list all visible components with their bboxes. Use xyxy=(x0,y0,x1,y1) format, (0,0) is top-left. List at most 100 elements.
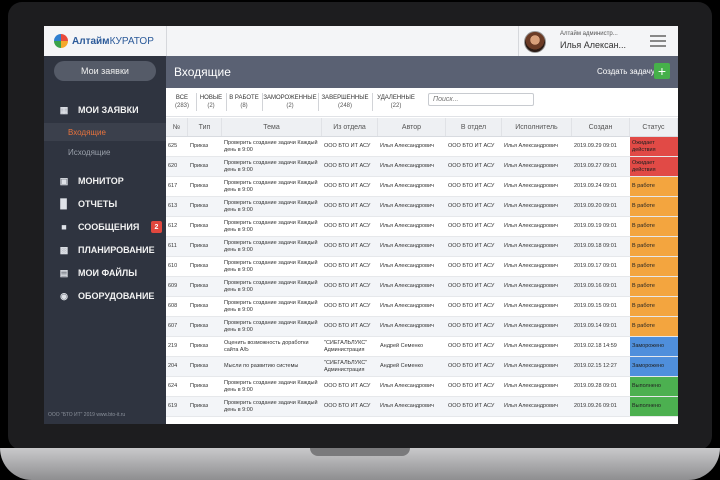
sidebar-item-files[interactable]: ▤ МОИ ФАЙЛЫ xyxy=(44,263,166,283)
sidebar-item-planning[interactable]: ▩ ПЛАНИРОВАНИЕ xyxy=(44,240,166,260)
row-author: Андрей Семенко xyxy=(380,363,424,369)
row-type: Приказ xyxy=(190,403,209,409)
table-row[interactable]: 624 Приказ Проверить создание задачи Кажды… xyxy=(166,377,678,397)
row-status: В работе xyxy=(630,297,678,316)
col-author-header[interactable]: Автор xyxy=(378,118,446,136)
row-number: 610 xyxy=(168,263,178,269)
filter-completed[interactable]: ЗАВЕРШЕННЫЕ (248) xyxy=(320,92,370,112)
row-to-dept: ООО БТО ИТ АСУ xyxy=(448,203,495,209)
table-row[interactable]: 611 Приказ Проверить создание задачи Кажды… xyxy=(166,237,678,257)
row-type: Приказ xyxy=(190,243,209,249)
table-row[interactable]: 610 Приказ Проверить создание задачи Кажды… xyxy=(166,257,678,277)
row-to-dept: ООО БТО ИТ АСУ xyxy=(448,163,495,169)
row-author: Илья Александрович xyxy=(380,243,434,249)
row-subject: Проверить создание задачи Каждый день в … xyxy=(224,259,318,273)
table-row[interactable]: 219 Приказ Оценить возможность доработки с… xyxy=(166,337,678,357)
sidebar-item-my-requests[interactable]: ▦ МОИ ЗАЯВКИ xyxy=(44,100,166,120)
row-executor: Илья Александрович xyxy=(504,363,558,369)
table-row[interactable]: 620 Приказ Проверить создание задачи Кажды… xyxy=(166,157,678,177)
logo-text: АлтаймКУРАТОР xyxy=(72,35,154,47)
row-from-dept: ООО БТО ИТ АСУ xyxy=(324,163,371,169)
row-author: Илья Александрович xyxy=(380,403,434,409)
row-created: 2019.09.24 09:01 xyxy=(574,183,617,189)
row-created: 2019.09.28 09:01 xyxy=(574,383,617,389)
row-to-dept: ООО БТО ИТ АСУ xyxy=(448,283,495,289)
col-number-header[interactable]: № xyxy=(166,118,188,136)
row-created: 2019.09.27 09:01 xyxy=(574,163,617,169)
search-input[interactable] xyxy=(428,93,534,106)
col-type-header[interactable]: Тип xyxy=(188,118,222,136)
logo-mark-icon xyxy=(54,34,68,48)
col-status-header[interactable]: Статус xyxy=(630,118,678,136)
create-task-button[interactable]: + xyxy=(654,63,670,79)
user-avatar[interactable] xyxy=(524,31,546,53)
table-row[interactable]: 612 Приказ Проверить создание задачи Кажды… xyxy=(166,217,678,237)
col-executor-header[interactable]: Исполнитель xyxy=(502,118,572,136)
row-author: Илья Александрович xyxy=(380,223,434,229)
row-author: Илья Александрович xyxy=(380,303,434,309)
table-row[interactable]: 608 Приказ Проверить создание задачи Кажды… xyxy=(166,297,678,317)
message-icon: ■ xyxy=(61,222,67,232)
row-from-dept: ООО БТО ИТ АСУ xyxy=(324,383,371,389)
row-number: 613 xyxy=(168,203,178,209)
page-title: Входящие xyxy=(174,65,231,79)
filter-deleted[interactable]: УДАЛЕННЫЕ (22) xyxy=(374,92,418,112)
row-status: Выполнено xyxy=(630,397,678,416)
row-author: Илья Александрович xyxy=(380,143,434,149)
bar-chart-icon: ▉ xyxy=(60,198,68,209)
app-logo[interactable]: АлтаймКУРАТОР xyxy=(54,33,154,49)
col-from-dept-header[interactable]: Из отдела xyxy=(322,118,378,136)
row-status: В работе xyxy=(630,217,678,236)
row-status: Ожидает действия xyxy=(630,137,678,156)
book-icon: ▦ xyxy=(59,104,69,115)
row-subject: Проверить создание задачи Каждый день в … xyxy=(224,139,318,153)
table-row[interactable]: 625 Приказ Проверить создание задачи Кажды… xyxy=(166,137,678,157)
content-header: Входящие Создать задачу: + xyxy=(166,56,678,88)
sidebar-sub-outgoing[interactable]: Исходящие xyxy=(44,143,166,161)
filter-new[interactable]: НОВЫЕ (2) xyxy=(198,92,224,112)
sidebar-sub-incoming[interactable]: Входящие xyxy=(44,123,166,141)
table-row[interactable]: 204 Приказ Мысли по развитию системы "СИЕГА… xyxy=(166,357,678,377)
row-subject: Проверить создание задачи Каждый день в … xyxy=(224,279,318,293)
sidebar-item-monitor[interactable]: ▣ МОНИТОР xyxy=(44,171,166,191)
row-subject: Проверить создание задачи Каждый день в … xyxy=(224,199,318,213)
row-status: В работе xyxy=(630,197,678,216)
row-author: Илья Александрович xyxy=(380,383,434,389)
row-type: Приказ xyxy=(190,223,209,229)
my-requests-button[interactable]: Мои заявки xyxy=(54,61,156,81)
row-executor: Илья Александрович xyxy=(504,303,558,309)
row-type: Приказ xyxy=(190,143,209,149)
col-subject-header[interactable]: Тема xyxy=(222,118,322,136)
table-row[interactable]: 609 Приказ Проверить создание задачи Кажды… xyxy=(166,277,678,297)
row-created: 2019.02.18 14:59 xyxy=(574,343,617,349)
row-subject: Проверить создание задачи Каждый день в … xyxy=(224,379,318,393)
table-row[interactable]: 613 Приказ Проверить создание задачи Кажды… xyxy=(166,197,678,217)
row-created: 2019.09.19 09:01 xyxy=(574,223,617,229)
row-executor: Илья Александрович xyxy=(504,343,558,349)
row-from-dept: ООО БТО ИТ АСУ xyxy=(324,143,371,149)
filter-bar: ВСЕ (283) НОВЫЕ (2) В РАБОТЕ (8) ЗАМОРОЖЕНН… xyxy=(166,88,678,117)
col-created-header[interactable]: Создан xyxy=(572,118,630,136)
row-from-dept: ООО БТО ИТ АСУ xyxy=(324,283,371,289)
filter-all[interactable]: ВСЕ (283) xyxy=(170,92,194,112)
filter-frozen[interactable]: ЗАМОРОЖЕННЫЕ (2) xyxy=(263,92,316,112)
row-number: 609 xyxy=(168,283,178,289)
table-row[interactable]: 607 Приказ Проверить создание задачи Кажды… xyxy=(166,317,678,337)
sidebar-item-reports[interactable]: ▉ ОТЧЕТЫ xyxy=(44,194,166,214)
row-number: 619 xyxy=(168,403,178,409)
row-to-dept: ООО БТО ИТ АСУ xyxy=(448,243,495,249)
divider xyxy=(318,93,319,111)
row-from-dept: ООО БТО ИТ АСУ xyxy=(324,223,371,229)
hamburger-menu-icon[interactable] xyxy=(650,35,666,47)
row-to-dept: ООО БТО ИТ АСУ xyxy=(448,363,495,369)
table-row[interactable]: 617 Приказ Проверить создание задачи Кажды… xyxy=(166,177,678,197)
sidebar-item-equipment[interactable]: ◉ ОБОРУДОВАНИЕ xyxy=(44,286,166,306)
filter-in-progress[interactable]: В РАБОТЕ (8) xyxy=(228,92,260,112)
row-to-dept: ООО БТО ИТ АСУ xyxy=(448,183,495,189)
user-name[interactable]: Илья Алексан... xyxy=(560,40,626,50)
row-to-dept: ООО БТО ИТ АСУ xyxy=(448,343,495,349)
row-to-dept: ООО БТО ИТ АСУ xyxy=(448,303,495,309)
col-to-dept-header[interactable]: В отдел xyxy=(446,118,502,136)
table-row[interactable]: 619 Приказ Проверить создание задачи Кажды… xyxy=(166,397,678,417)
sidebar-item-messages[interactable]: ■ СООБЩЕНИЯ 2 xyxy=(44,217,166,237)
